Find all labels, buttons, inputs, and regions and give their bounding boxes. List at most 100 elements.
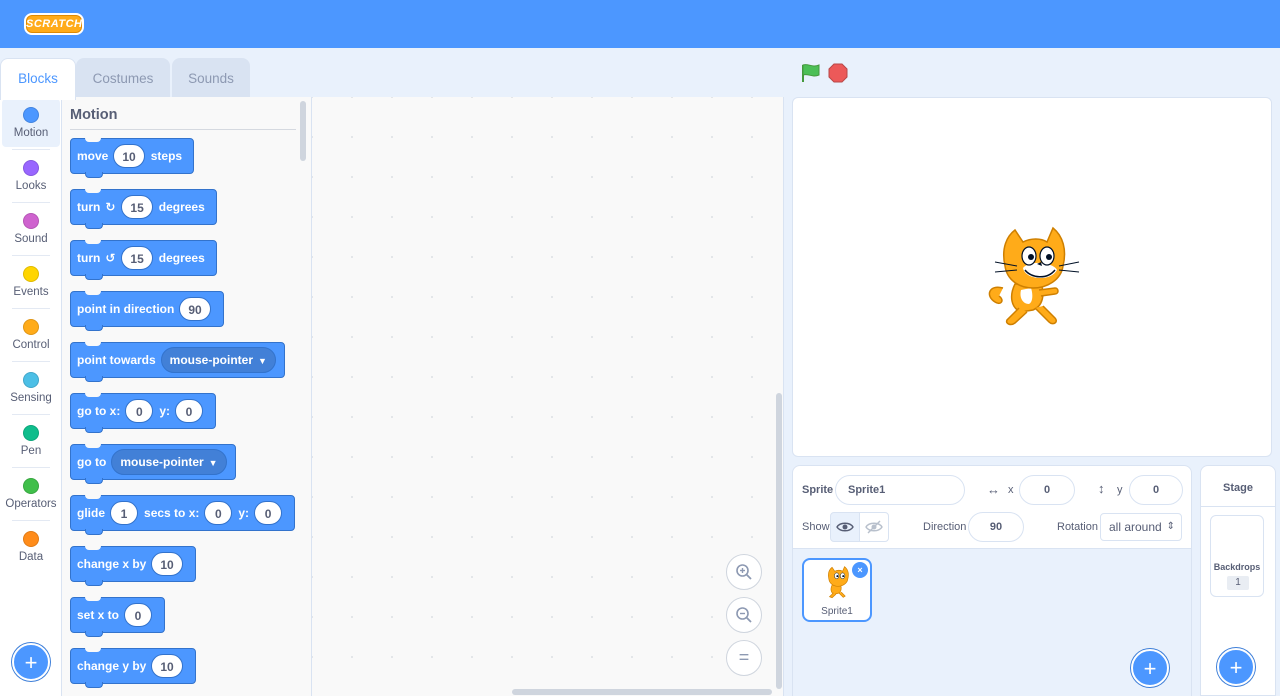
- block-label: move: [77, 149, 109, 163]
- add-backdrop-button[interactable]: +: [1217, 648, 1255, 686]
- script-area[interactable]: =: [312, 97, 784, 696]
- chevron-down-icon: ▼: [208, 458, 218, 468]
- y-input[interactable]: 0: [254, 501, 283, 525]
- x-input[interactable]: 0: [204, 501, 233, 525]
- palette-scrollbar[interactable]: [300, 101, 306, 161]
- change-x-block[interactable]: change x by 10: [70, 546, 196, 586]
- looks-category-icon: [23, 160, 39, 176]
- show-visible-button[interactable]: [830, 512, 860, 542]
- stage-canvas[interactable]: [792, 97, 1272, 457]
- category-motion[interactable]: Motion: [2, 99, 60, 150]
- tab-costumes[interactable]: Costumes: [76, 58, 170, 98]
- steps-input[interactable]: 10: [113, 144, 145, 168]
- eye-closed-icon: [865, 520, 883, 534]
- block-label: y:: [159, 404, 170, 418]
- category-control[interactable]: Control: [2, 311, 60, 362]
- degrees-input[interactable]: 15: [121, 246, 153, 270]
- glide-block[interactable]: glide 1 secs to x: 0 y: 0: [70, 495, 296, 535]
- sprite-label: Sprite: [802, 484, 834, 496]
- target-dropdown[interactable]: mouse-pointer ▼: [111, 449, 227, 475]
- sprite-name-input[interactable]: Sprite1: [835, 475, 965, 505]
- point-towards-block[interactable]: point towards mouse-pointer ▼: [70, 342, 285, 382]
- zoom-in-button[interactable]: [726, 554, 762, 590]
- rotation-style-select[interactable]: all around ⇕: [1100, 513, 1182, 541]
- delete-sprite-button[interactable]: ×: [852, 562, 868, 578]
- block-label: secs to x:: [144, 506, 200, 520]
- cat-thumbnail-icon: [828, 566, 849, 599]
- x-change-input[interactable]: 10: [151, 552, 183, 576]
- divider: [12, 467, 50, 468]
- category-events[interactable]: Events: [2, 258, 60, 309]
- sprite-info: Sprite Sprite1 ↔ x 0 ↕ y 0 Show Directio…: [793, 466, 1191, 549]
- turn-right-block[interactable]: turn ↻ 15 degrees: [70, 189, 217, 229]
- sprite-list: × Sprite1 +: [793, 549, 1191, 696]
- block-label: turn: [77, 251, 101, 265]
- y-change-input[interactable]: 10: [151, 654, 183, 678]
- y-label: y: [1117, 484, 1123, 496]
- rotate-counterclockwise-icon: ↺: [105, 251, 116, 265]
- divider: [70, 129, 296, 130]
- x-value-input[interactable]: 0: [124, 603, 153, 627]
- turn-left-block[interactable]: turn ↺ 15 degrees: [70, 240, 217, 280]
- category-looks[interactable]: Looks: [2, 152, 60, 203]
- y-position-icon: ↕: [1098, 481, 1105, 496]
- green-flag-icon[interactable]: [800, 63, 822, 83]
- direction-input[interactable]: 90: [179, 297, 211, 321]
- secs-input[interactable]: 1: [110, 501, 139, 525]
- block-label: point in direction: [77, 302, 175, 316]
- category-label: Looks: [15, 180, 47, 192]
- stop-icon[interactable]: [828, 63, 848, 83]
- point-in-direction-block[interactable]: point in direction 90: [70, 291, 224, 331]
- zoom-out-icon: [736, 607, 752, 623]
- cat-sprite-icon[interactable]: [985, 226, 1081, 330]
- divider: [12, 308, 50, 309]
- sprite-tile[interactable]: × Sprite1: [802, 558, 872, 622]
- category-sound[interactable]: Sound: [2, 205, 60, 256]
- zoom-reset-button[interactable]: =: [726, 640, 762, 676]
- x-label: x: [1008, 484, 1014, 496]
- tab-blocks[interactable]: Blocks: [0, 58, 76, 100]
- block-label: point towards: [77, 353, 156, 367]
- add-extension-button[interactable]: +: [12, 643, 50, 681]
- set-x-block[interactable]: set x to 0: [70, 597, 166, 637]
- category-data[interactable]: Data: [2, 523, 60, 571]
- block-label: degrees: [158, 251, 205, 265]
- add-sprite-button[interactable]: +: [1131, 649, 1169, 687]
- rotation-value: all around: [1109, 520, 1162, 534]
- category-operators[interactable]: Operators: [2, 470, 60, 521]
- go-to-block[interactable]: go to mouse-pointer ▼: [70, 444, 236, 484]
- divider: [12, 149, 50, 150]
- block-label: glide: [77, 506, 106, 520]
- tab-sounds[interactable]: Sounds: [172, 58, 250, 98]
- category-pen[interactable]: Pen: [2, 417, 60, 468]
- y-position-input[interactable]: 0: [1129, 475, 1183, 505]
- x-input[interactable]: 0: [125, 399, 154, 423]
- block-palette: Motion move 10 steps turn ↻ 15 degrees t…: [62, 97, 312, 696]
- direction-input[interactable]: 90: [968, 512, 1024, 542]
- category-label: Sensing: [10, 392, 52, 404]
- workspace-horizontal-scrollbar[interactable]: [512, 689, 772, 695]
- target-dropdown[interactable]: mouse-pointer ▼: [160, 347, 276, 373]
- x-position-input[interactable]: 0: [1019, 475, 1075, 505]
- go-to-xy-block[interactable]: go to x: 0 y: 0: [70, 393, 216, 433]
- show-label: Show: [802, 521, 830, 533]
- sensing-category-icon: [23, 372, 39, 388]
- stage-selector[interactable]: Stage Backdrops 1 +: [1200, 465, 1276, 696]
- chevron-updown-icon: ⇕: [1166, 521, 1175, 532]
- block-label: set x to: [77, 608, 120, 622]
- workspace-vertical-scrollbar[interactable]: [776, 393, 782, 689]
- zoom-in-icon: [736, 564, 752, 580]
- change-y-block[interactable]: change y by 10: [70, 648, 196, 688]
- zoom-out-button[interactable]: [726, 597, 762, 633]
- y-input[interactable]: 0: [175, 399, 203, 423]
- move-steps-block[interactable]: move 10 steps: [70, 138, 195, 178]
- direction-label: Direction: [923, 521, 967, 533]
- category-sensing[interactable]: Sensing: [2, 364, 60, 415]
- backdrop-tile[interactable]: Backdrops 1: [1210, 515, 1264, 597]
- category-label: Operators: [5, 498, 57, 510]
- show-hidden-button[interactable]: [859, 512, 889, 542]
- degrees-input[interactable]: 15: [121, 195, 153, 219]
- block-label: go to x:: [77, 404, 121, 418]
- category-label: Data: [18, 551, 44, 563]
- scratch-logo[interactable]: SCRATCH: [24, 13, 84, 35]
